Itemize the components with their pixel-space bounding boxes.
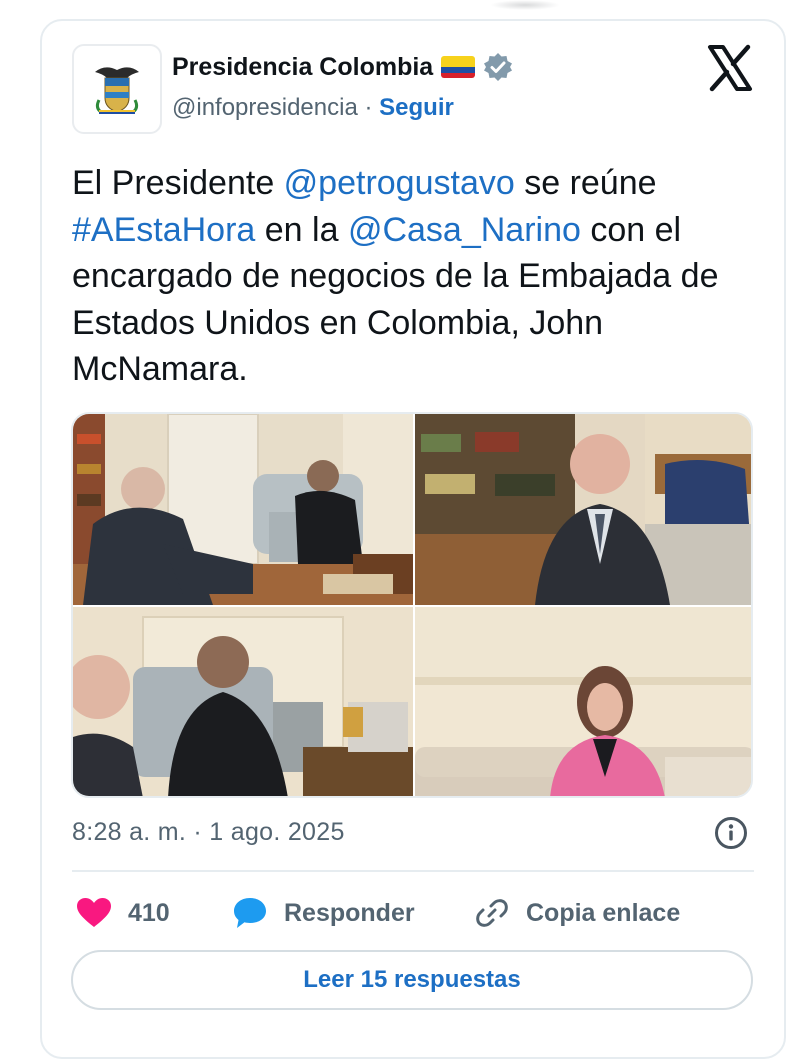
like-count: 410: [128, 898, 170, 927]
author-handle[interactable]: @infopresidencia: [172, 94, 358, 121]
coat-of-arms-icon: [95, 67, 139, 114]
reply-label: Responder: [284, 898, 415, 927]
tweet-text-segment: El Presidente: [72, 164, 284, 202]
tweet-photo-1[interactable]: [73, 414, 413, 605]
separator-dot: ·: [364, 94, 373, 121]
verified-badge-icon: [484, 53, 513, 81]
like-button[interactable]: 410: [76, 893, 170, 933]
mention-link[interactable]: @petrogustavo: [284, 164, 515, 202]
link-icon: [476, 899, 508, 927]
speech-bubble-icon: [234, 898, 266, 928]
heart-icon: [77, 898, 111, 927]
follow-button[interactable]: Seguir: [379, 94, 454, 121]
tweet-photo-3[interactable]: [73, 607, 413, 796]
top-edge-shadow: [490, 0, 560, 10]
tweet-photo-4[interactable]: [415, 607, 751, 796]
colombia-flag-icon: [441, 56, 476, 78]
read-replies-button[interactable]: Leer 15 respuestas: [71, 950, 753, 1010]
mention-link[interactable]: @Casa_Narino: [348, 211, 581, 249]
info-icon[interactable]: [714, 816, 748, 850]
copy-link-button[interactable]: Copia enlace: [474, 893, 680, 933]
x-logo-icon[interactable]: [706, 44, 754, 92]
tweet-text: El Presidente @petrogustavo se reúne #AE…: [72, 160, 752, 393]
tweet-photo-2[interactable]: [415, 414, 751, 605]
copy-link-label: Copia enlace: [526, 898, 681, 927]
author-display-name-row[interactable]: Presidencia Colombia: [172, 52, 513, 82]
tweet-timestamp[interactable]: 8:28 a. m. · 1 ago. 2025: [72, 818, 345, 847]
author-handle-row: @infopresidencia · Seguir: [172, 94, 454, 122]
profile-avatar[interactable]: [72, 44, 162, 134]
divider: [72, 870, 754, 872]
tweet-media-grid[interactable]: [71, 412, 753, 798]
tweet-text-segment: en la: [255, 210, 348, 249]
tweet-text-segment: se reúne: [514, 164, 657, 202]
hashtag-link[interactable]: #AEstaHora: [72, 211, 255, 249]
author-display-name[interactable]: Presidencia Colombia: [172, 53, 433, 82]
reply-button[interactable]: Responder: [232, 893, 415, 933]
